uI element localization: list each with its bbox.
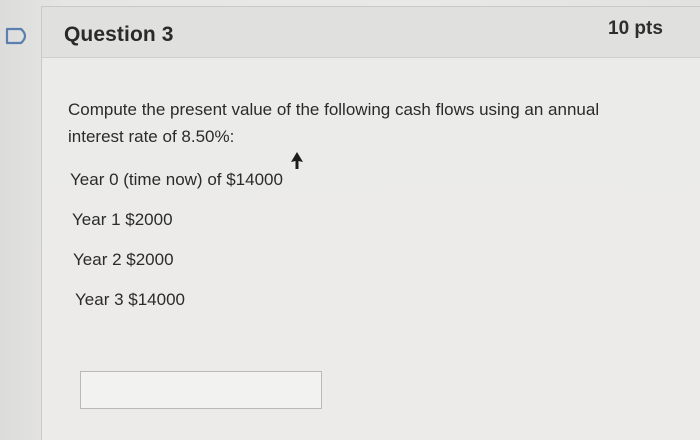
flag-icon[interactable] bbox=[4, 26, 32, 46]
question-prompt: Compute the present value of the followi… bbox=[68, 100, 600, 146]
question-header: Question 3 10 pts bbox=[42, 7, 700, 58]
cash-flow-year-3: Year 3 $14000 bbox=[75, 290, 185, 309]
question-points: 10 pts bbox=[608, 18, 663, 39]
cash-flow-year-0: Year 0 (time now) of $14000 bbox=[70, 170, 283, 189]
cash-flow-year-2: Year 2 $2000 bbox=[73, 250, 174, 269]
question-title: Question 3 bbox=[64, 23, 174, 46]
question-flag-column bbox=[0, 0, 40, 440]
mouse-pointer-icon bbox=[291, 152, 303, 169]
quiz-page: Question 3 10 pts Compute the present va… bbox=[0, 0, 700, 440]
question-body: Compute the present value of the followi… bbox=[42, 58, 700, 440]
cash-flow-year-1: Year 1 $2000 bbox=[72, 210, 173, 229]
answer-input[interactable] bbox=[80, 371, 322, 409]
question-card: Question 3 10 pts Compute the present va… bbox=[41, 6, 700, 440]
